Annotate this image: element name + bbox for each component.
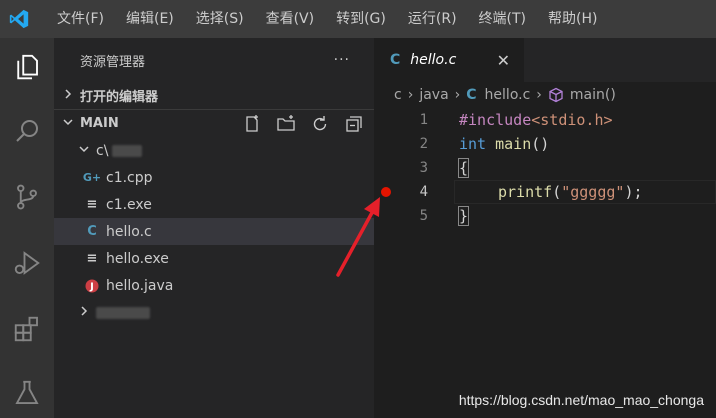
code-editor[interactable]: 1 #include<stdio.h> 2 int main() 3 { 4 p…: [374, 108, 716, 228]
code-token: main: [495, 135, 532, 153]
code-token: printf: [498, 183, 553, 201]
menu-edit[interactable]: 编辑(E): [115, 0, 185, 38]
code-line: 1 #include<stdio.h>: [374, 108, 716, 132]
chevron-right-icon: [78, 305, 96, 321]
file-row-hello-exe[interactable]: ≡ hello.exe: [54, 245, 374, 272]
redacted-path: [112, 144, 143, 157]
menu-run[interactable]: 运行(R): [397, 0, 468, 38]
source-control-icon[interactable]: [0, 172, 54, 222]
chevron-right-icon: ›: [454, 87, 461, 103]
c-file-icon: C: [466, 87, 477, 103]
new-file-icon[interactable]: [242, 114, 262, 134]
explorer-title: 资源管理器: [80, 54, 146, 70]
menu-file[interactable]: 文件(F): [46, 0, 115, 38]
search-icon[interactable]: [0, 106, 54, 156]
menu-bar: 文件(F) 编辑(E) 选择(S) 查看(V) 转到(G) 运行(R) 终端(T…: [38, 0, 608, 38]
file-label: hello.exe: [106, 250, 169, 267]
c-file-icon: C: [390, 52, 401, 68]
file-label: hello.java: [106, 277, 174, 294]
code-token: int: [459, 135, 487, 153]
code-line: 3 {: [374, 156, 716, 180]
file-lines-icon: ≡: [86, 197, 98, 212]
extensions-icon[interactable]: [0, 304, 54, 354]
tab-hello-c[interactable]: C hello.c ✕: [374, 38, 524, 82]
breadcrumb-java[interactable]: java: [419, 87, 448, 103]
c-file-icon: C: [87, 224, 97, 239]
explorer-sidebar: 资源管理器 ··· 打开的编辑器 MAIN c\ G+ c1.cpp ≡ c1.…: [54, 38, 374, 418]
workspace-label: MAIN: [80, 116, 119, 131]
menu-selection[interactable]: 选择(S): [185, 0, 255, 38]
file-row-c1-cpp[interactable]: G+ c1.cpp: [54, 164, 374, 191]
run-debug-icon[interactable]: [0, 238, 54, 288]
code-token: );: [624, 183, 643, 201]
java-file-icon: J: [84, 278, 100, 294]
folder-label: c\: [96, 142, 109, 159]
file-row-hello-java[interactable]: J hello.java: [54, 272, 374, 299]
code-line: 5 }: [374, 204, 716, 228]
explorer-header: 资源管理器 ···: [54, 38, 374, 82]
watermark: https://blog.csdn.net/mao_mao_chonga: [458, 392, 704, 408]
breadcrumb-file[interactable]: C hello.c: [466, 87, 530, 103]
file-label: c1.cpp: [106, 169, 153, 186]
file-label: hello.c: [106, 223, 152, 240]
menu-terminal[interactable]: 终端(T): [468, 0, 537, 38]
more-actions-icon[interactable]: ···: [334, 52, 350, 68]
code-token: "ggggg": [561, 183, 625, 201]
collapsed-folder-row[interactable]: [54, 299, 374, 326]
code-token: <stdio.h>: [531, 111, 613, 129]
testing-icon[interactable]: [0, 368, 54, 418]
title-bar: 文件(F) 编辑(E) 选择(S) 查看(V) 转到(G) 运行(R) 终端(T…: [0, 0, 716, 38]
line-number: 4: [419, 184, 428, 200]
chevron-down-icon: [62, 116, 80, 132]
chevron-right-icon: [62, 88, 80, 104]
refresh-icon[interactable]: [310, 114, 330, 134]
editor-tabs: C hello.c ✕: [374, 38, 716, 82]
vscode-logo-icon: [0, 0, 38, 38]
folder-row[interactable]: c\: [54, 137, 374, 164]
code-token: (): [531, 135, 550, 153]
chevron-right-icon: ›: [407, 87, 414, 103]
workspace-section[interactable]: MAIN: [54, 109, 374, 137]
line-number: 3: [419, 160, 428, 176]
code-token: {: [457, 158, 470, 178]
breadcrumb-c[interactable]: c: [394, 87, 402, 103]
file-lines-icon: ≡: [86, 251, 98, 266]
menu-help[interactable]: 帮助(H): [537, 0, 608, 38]
code-line-active: 4 printf("ggggg");: [374, 180, 716, 204]
annotation-arrow: [336, 197, 380, 277]
collapse-all-icon[interactable]: [344, 114, 364, 134]
menu-view[interactable]: 查看(V): [255, 0, 326, 38]
cpp-file-icon: G+: [82, 171, 102, 184]
svg-text:J: J: [89, 281, 94, 292]
code-token: }: [457, 206, 470, 226]
redacted-folder-name: [96, 306, 150, 319]
open-editors-label: 打开的编辑器: [80, 90, 159, 105]
file-row-hello-c[interactable]: C hello.c: [54, 218, 374, 245]
breadcrumb-symbol-label: main(): [569, 87, 616, 103]
line-number: 1: [419, 112, 428, 128]
code-line: 2 int main(): [374, 132, 716, 156]
line-number: 5: [419, 208, 428, 224]
chevron-right-icon: ›: [536, 87, 542, 103]
code-token: (: [552, 183, 562, 201]
activity-bar: [0, 38, 54, 418]
line-number: 2: [419, 136, 428, 152]
explorer-icon[interactable]: [0, 42, 54, 92]
open-editors-section[interactable]: 打开的编辑器: [54, 82, 374, 109]
breadcrumb: c › java › C hello.c › main(): [374, 82, 716, 108]
menu-go[interactable]: 转到(G): [325, 0, 397, 38]
close-icon[interactable]: ✕: [497, 51, 510, 70]
tab-label: hello.c: [410, 52, 457, 68]
chevron-down-icon: [78, 143, 96, 159]
file-label: c1.exe: [106, 196, 152, 213]
code-token: #include: [459, 111, 532, 129]
new-folder-icon[interactable]: [276, 114, 296, 134]
breadcrumb-symbol[interactable]: main(): [548, 87, 616, 103]
file-row-c1-exe[interactable]: ≡ c1.exe: [54, 191, 374, 218]
method-cube-icon: [549, 87, 563, 103]
breadcrumb-file-label: hello.c: [484, 87, 531, 103]
editor-area: C hello.c ✕ c › java › C hello.c › main(…: [374, 38, 716, 418]
